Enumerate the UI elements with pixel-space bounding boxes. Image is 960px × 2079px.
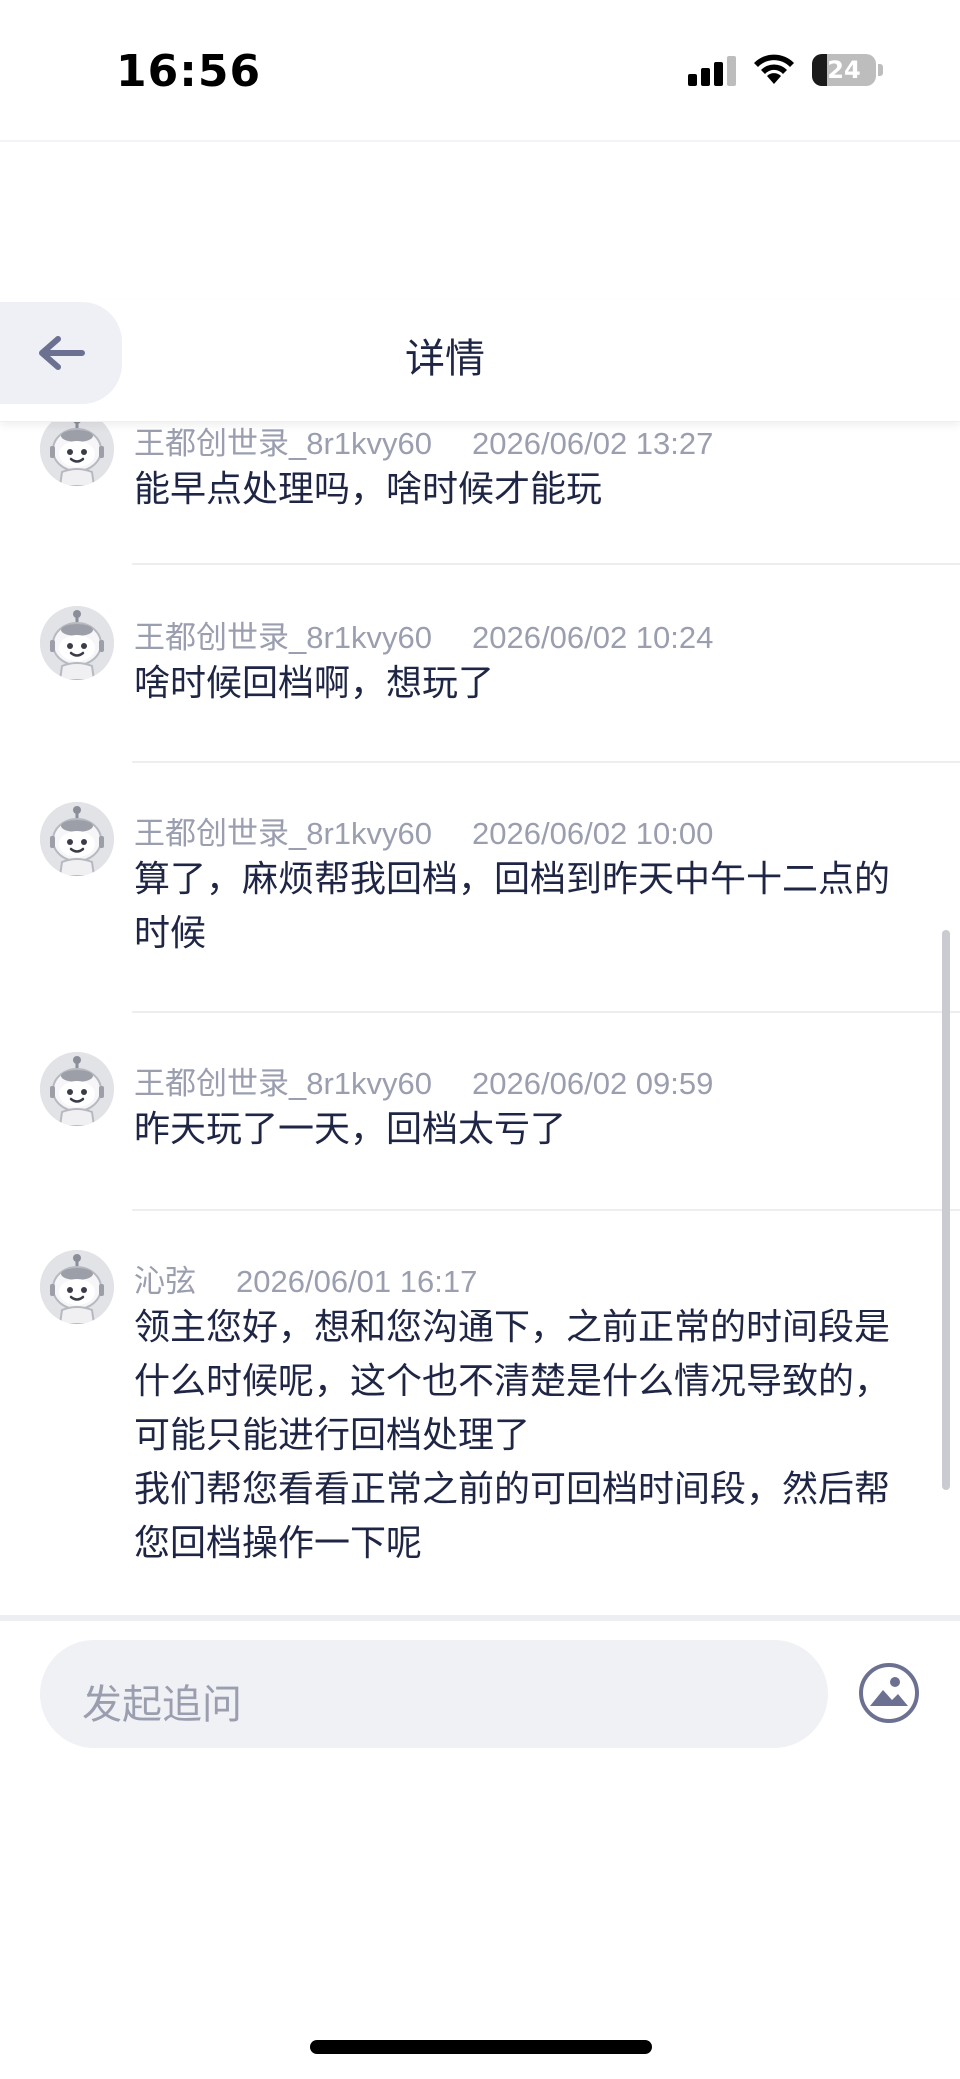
message-time: 2026/06/02 10:00: [472, 816, 714, 851]
home-indicator: [310, 2040, 652, 2054]
message-meta: 王都创世录_8r1kvy60 2026/06/02 09:59: [134, 1058, 713, 1103]
message-text: 能早点处理吗，啥时候才能玩: [134, 468, 603, 509]
battery-level: 24: [827, 56, 861, 84]
scrollbar[interactable]: [942, 930, 950, 1490]
divider: [132, 1209, 960, 1211]
message-line: 领主您好，想和您沟通下，之前正常的时间段是什么时候呢，这个也不清楚是什么情况导致…: [134, 1306, 891, 1455]
message-time: 2026/06/02 10:24: [472, 620, 714, 655]
message-text: 算了，麻烦帮我回档，回档到昨天中午十二点的时候: [134, 858, 891, 953]
message-text: 领主您好，想和您沟通下，之前正常的时间段是什么时候呢，这个也不清楚是什么情况导致…: [134, 1300, 904, 1570]
message-meta: 王都创世录_8r1kvy60 2026/06/02 10:24: [134, 612, 713, 657]
author-name: 王都创世录_8r1kvy60: [134, 620, 433, 655]
image-upload-button[interactable]: [858, 1662, 920, 1724]
message-time: 2026/06/01 16:17: [236, 1264, 478, 1299]
robot-avatar-icon: [40, 422, 114, 486]
message-text: 昨天玩了一天，回档太亏了: [134, 1108, 567, 1149]
message-time: 2026/06/02 09:59: [472, 1066, 714, 1101]
message-meta: 沁弦 2026/06/01 16:17: [134, 1256, 477, 1301]
author-name: 王都创世录_8r1kvy60: [134, 426, 433, 461]
status-time: 16:56: [116, 46, 262, 97]
wifi-icon: [754, 54, 794, 84]
author-name: 王都创世录_8r1kvy60: [134, 816, 433, 851]
follow-up-input[interactable]: 发起追问: [40, 1640, 828, 1748]
message-meta: 王都创世录_8r1kvy60 2026/06/02 13:27: [134, 422, 713, 463]
divider: [132, 563, 960, 565]
input-separator: [0, 1615, 960, 1621]
message-list[interactable]: 王都创世录_8r1kvy60 2026/06/02 13:27 能早点处理吗，啥时…: [0, 422, 960, 1617]
cellular-signal-icon: [688, 56, 738, 86]
robot-avatar-icon: [40, 1250, 114, 1324]
message-text: 啥时候回档啊，想玩了: [134, 662, 495, 703]
robot-avatar-icon: [40, 802, 114, 876]
battery-icon: 24: [812, 54, 876, 86]
robot-avatar-icon: [40, 606, 114, 680]
divider: [132, 1011, 960, 1013]
divider: [132, 761, 960, 763]
status-separator: [0, 140, 960, 142]
battery-cap: [878, 64, 883, 76]
page-title: 详情: [405, 337, 485, 381]
message-line: 我们帮您看看正常之前的可回档时间段，然后帮您回档操作一下呢: [134, 1468, 891, 1563]
page-header: 详情: [0, 300, 960, 422]
author-name: 沁弦: [134, 1264, 196, 1299]
message-time: 2026/06/02 13:27: [472, 426, 714, 461]
status-bar: 16:56 24: [0, 0, 960, 142]
author-name: 王都创世录_8r1kvy60: [134, 1066, 433, 1101]
input-placeholder: 发起追问: [82, 1683, 242, 1727]
image-upload-icon: [859, 1663, 919, 1723]
message-meta: 王都创世录_8r1kvy60 2026/06/02 10:00: [134, 808, 713, 853]
robot-avatar-icon: [40, 1052, 114, 1126]
